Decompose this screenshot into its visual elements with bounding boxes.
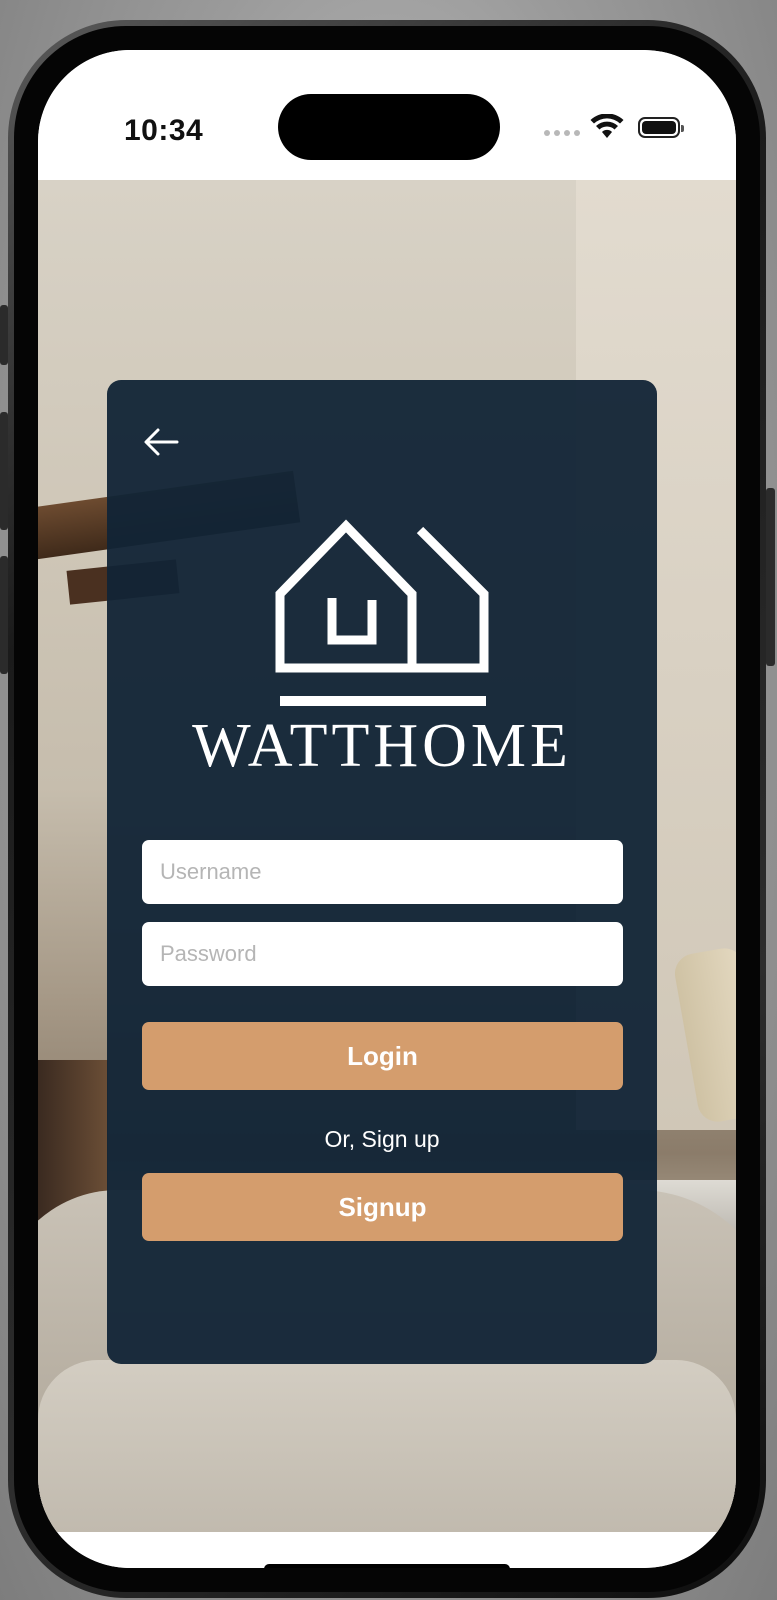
login-card: WATTHOME Login Or, Sign up Signup [107, 380, 657, 1364]
wifi-icon [590, 114, 624, 138]
action-button [0, 305, 8, 365]
volume-up-button [0, 412, 8, 530]
phone-bezel: 10:34 WATTHOME Username Login Or, Sign u… [14, 26, 760, 1592]
username-input[interactable] [142, 840, 623, 904]
phone-screen: 10:34 WATTHOME Username Login Or, Sign u… [38, 50, 736, 1568]
status-time: 10:34 [124, 114, 204, 147]
home-indicator[interactable] [264, 1564, 510, 1568]
battery-icon [638, 117, 684, 138]
status-bar: 10:34 [38, 50, 736, 180]
signup-button[interactable]: Signup [142, 1173, 623, 1241]
brand-name: WATTHOME [192, 712, 572, 780]
phone-frame: 10:34 WATTHOME Username Login Or, Sign u… [8, 20, 766, 1598]
or-sign-up-text: Or, Sign up [324, 1126, 440, 1152]
volume-down-button [0, 556, 8, 674]
login-button[interactable]: Login [142, 1022, 623, 1090]
device-stage: 10:34 WATTHOME Username Login Or, Sign u… [0, 0, 777, 1600]
house-logo-icon [107, 516, 657, 716]
back-button[interactable] [137, 418, 185, 466]
bottom-safe-area [38, 1532, 736, 1568]
password-input[interactable] [142, 922, 623, 986]
back-arrow-icon [144, 428, 179, 456]
signal-icon [544, 130, 580, 136]
background-photo: WATTHOME Login Or, Sign up Signup [38, 180, 736, 1532]
power-button [766, 488, 775, 666]
dynamic-island [278, 94, 500, 160]
